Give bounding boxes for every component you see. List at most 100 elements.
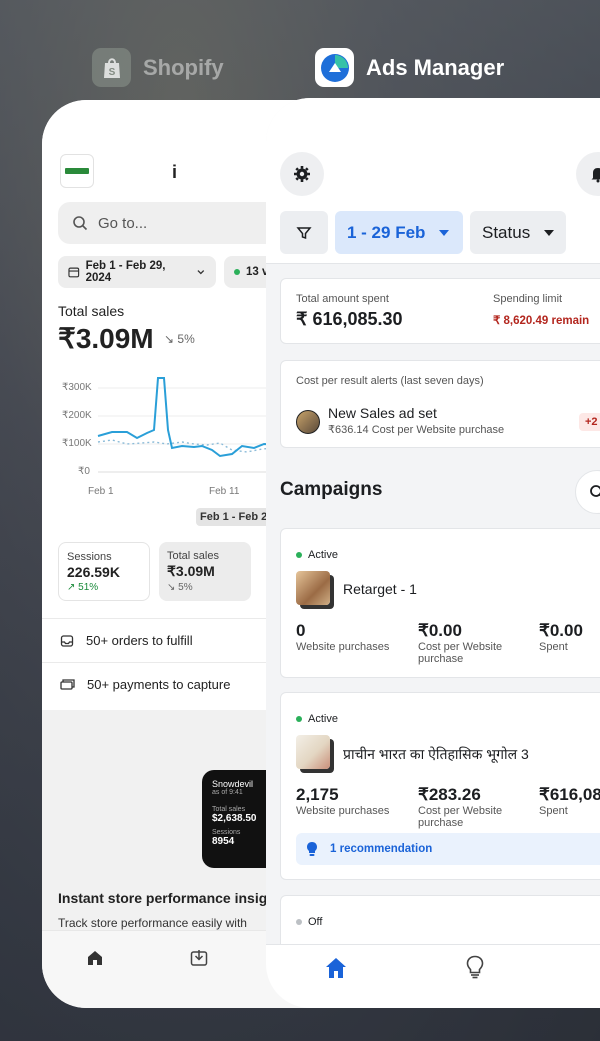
metric-value: 226.59K [67,564,120,580]
recommendation-button[interactable]: 1 recommendation [296,833,600,865]
svg-text:S: S [108,67,115,78]
spent-value: ₹0.00 [539,621,583,640]
ads-manager-app-label[interactable]: Ads Manager [315,48,504,87]
campaign-status: Active [296,549,338,561]
status-filter-dropdown[interactable]: Status [470,211,566,254]
active-dot-icon [296,716,302,722]
active-dot-icon [296,552,302,558]
campaign-cost-stat: ₹283.26 Cost per Website purchase [418,785,502,829]
alert-ad-set-name: New Sales ad set [328,405,437,421]
calendar-icon [68,267,80,278]
caret-down-icon [544,229,555,236]
campaign-purchases-stat: 2,175 Website purchases [296,785,389,817]
campaign-name: प्राचीन भारत का ऐतिहासिक भूगोल 3 [343,746,529,762]
campaign-status-label: Active [308,549,338,561]
search-icon [73,216,88,231]
total-sales-change-value: 5% [177,332,195,346]
cost-label: Cost per Website [418,805,503,817]
total-sales-label: Total sales [58,303,125,319]
campaigns-heading: Campaigns [280,479,383,500]
spent-label: Spent [539,805,568,817]
ads-manager-logo-icon [315,48,354,87]
spending-limit-value: ₹ 8,620.49 remain [493,315,590,327]
metric-change: ↘ 5% [167,582,243,593]
shopify-bag-icon: S [92,48,131,87]
total-sales-value: ₹3.09M [58,323,154,354]
date-filter-dropdown[interactable]: 1 - 29 Feb [335,211,463,254]
purchases-value: 0 [296,621,306,640]
cost-label: purchase [418,653,464,665]
shopify-app-name: Shopify [143,54,224,80]
recommendation-label: 1 recommendation [330,843,433,855]
metric-label: Total sales [167,550,219,562]
arrow-up-right-icon: ↗ [67,582,76,593]
ads-manager-app-name: Ads Manager [366,54,505,80]
store-logo[interactable] [60,154,94,188]
cost-value: ₹0.00 [418,621,462,640]
alert-count-badge: +2 [579,413,600,431]
date-filter-label: 1 - 29 Feb [347,222,426,242]
ad-set-thumbnail [296,410,320,434]
lightbulb-icon[interactable] [466,955,484,979]
campaign-search-button[interactable] [575,470,600,514]
shopify-app-label[interactable]: S Shopify [92,48,224,87]
caret-down-icon [439,229,450,236]
cash-icon [60,678,75,690]
live-dot-icon [234,269,240,275]
search-icon [590,485,600,497]
campaign-name: Retarget - 1 [343,581,417,597]
settings-button[interactable] [280,152,324,196]
spend-summary-panel[interactable]: Total amount spent ₹ 616,085.30 Spending… [280,278,600,344]
off-dot-icon [296,919,302,925]
metric-change-value: 5% [178,582,193,593]
date-range-chip[interactable]: Feb 1 - Feb 29, 2024 [58,256,216,288]
cost-label: Cost per Website [418,641,503,653]
total-spent-label: Total amount spent [296,293,389,305]
purchases-label: Website purchases [296,805,390,817]
alerts-label: Cost per result alerts (last seven days) [296,375,484,387]
cost-label: purchase [418,817,464,829]
campaign-spent-stat: ₹616,08 Spent [539,785,600,817]
ads-tab-bar [266,944,600,1008]
metric-change-value: 51% [78,582,99,593]
spending-limit-label: Spending limit [493,293,563,305]
purchases-value: 2,175 [296,785,339,804]
filter-icon [296,226,312,239]
spent-label: Spent [539,641,568,653]
campaign-status: Off [296,916,322,928]
metric-label: Sessions [67,551,112,563]
home-icon[interactable] [86,949,104,967]
campaign-thumbnail [296,735,330,769]
payments-to-capture-label: 50+ payments to capture [87,677,231,692]
filter-button[interactable] [280,211,328,254]
spent-value: ₹616,08 [539,785,600,804]
metric-value: ₹3.09M [167,563,215,579]
arrow-down-right-icon: ↘ [167,582,176,593]
cost-alerts-panel[interactable]: Cost per result alerts (last seven days)… [280,360,600,448]
date-range-label: Feb 1 - Feb 29, 2024 [85,260,166,284]
purchases-label: Website purchases [296,641,390,653]
chevron-down-icon [197,270,205,275]
search-placeholder: Go to... [98,214,148,232]
campaign-spent-stat: ₹0.00 Spent [539,621,583,653]
gear-icon [294,166,310,182]
campaign-card[interactable]: Active Retarget - 1 0 Website purchases … [280,528,600,678]
total-spent-value: ₹ 616,085.30 [296,309,403,329]
insight-subtitle: Track store performance easily with [58,916,247,930]
home-icon[interactable] [324,957,348,979]
store-name: i [172,162,178,182]
chart-x-tick: Feb 1 [88,486,114,497]
chart-date-pill: Feb 1 - Feb 2 [196,508,272,526]
sessions-metric-card[interactable]: Sessions 226.59K ↗ 51% [58,542,150,601]
inbox-icon [60,634,74,647]
campaign-status-label: Off [308,916,323,928]
orders-to-fulfill-label: 50+ orders to fulfill [86,633,193,648]
ads-manager-app-card[interactable]: 1 - 29 Feb Status Total amount spent ₹ 6… [266,98,600,1008]
campaign-card[interactable]: Active प्राचीन भारत का ऐतिहासिक भूगोल 3 … [280,692,600,880]
total-sales-metric-card[interactable]: Total sales ₹3.09M ↘ 5% [159,542,251,601]
orders-download-icon[interactable] [190,949,208,967]
lightbulb-icon [307,842,317,856]
campaign-status-label: Active [308,713,338,725]
arrow-down-right-icon: ↘ [164,332,175,346]
campaign-cost-stat: ₹0.00 Cost per Website purchase [418,621,502,665]
